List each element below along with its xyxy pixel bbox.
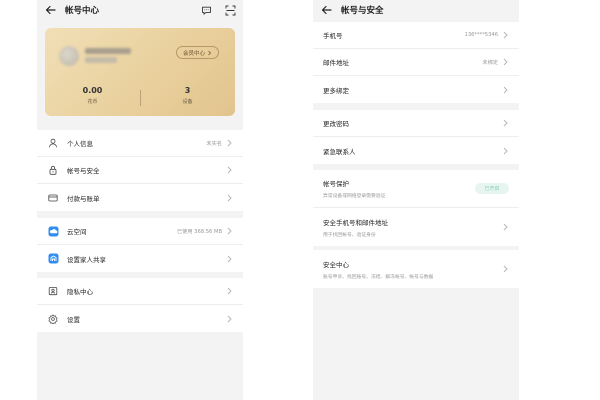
chevron-right-icon — [227, 193, 233, 202]
account-menu-group-2: 云空间 已使用 368.56 MB 设置家人共享 — [37, 218, 243, 272]
account-menu-group-1: 个人信息 未实名 帐号与安全 付款与账单 — [37, 130, 243, 211]
chevron-right-icon — [227, 314, 233, 323]
chevron-right-icon — [227, 287, 233, 296]
chevron-right-icon — [227, 139, 233, 148]
menu-item-family-sharing[interactable]: 设置家人共享 — [37, 245, 243, 272]
chevron-right-icon — [227, 166, 233, 175]
chevron-right-icon — [503, 265, 509, 274]
protection-status-chip[interactable]: 已开启 — [475, 183, 509, 194]
account-menu-group-3: 隐私中心 设置 — [37, 278, 243, 332]
security-group-password: 更改密码 紧急联系人 — [313, 110, 519, 164]
menu-item-privacy-center[interactable]: 隐私中心 — [37, 278, 243, 305]
security-group-protection: 帐号保护 异常设备或网络登录需要验证 已开启 安全手机号和邮件地址 用于找回帐号… — [313, 170, 519, 246]
account-center-screen: 帐号中心 会员中心 0.00 花币 3 设备 个人信息 未实名 帐号与安全 付款… — [37, 0, 243, 400]
security-group-center: 安全中心 账号申诉、找回账号、冻结、解冻帐号、帐号与数据 — [313, 250, 519, 288]
security-item-emergency-contact[interactable]: 紧急联系人 — [313, 137, 519, 164]
coins-stat[interactable]: 0.00 花币 — [45, 86, 140, 105]
devices-stat[interactable]: 3 设备 — [140, 86, 235, 105]
menu-item-settings[interactable]: 设置 — [37, 305, 243, 332]
member-center-button[interactable]: 会员中心 — [175, 46, 219, 59]
menu-item-personal-info[interactable]: 个人信息 未实名 — [37, 130, 243, 157]
back-arrow-icon[interactable] — [319, 3, 333, 17]
chevron-right-icon — [227, 227, 233, 236]
chevron-right-icon — [503, 58, 509, 67]
chevron-right-icon — [503, 85, 509, 94]
menu-item-account-security[interactable]: 帐号与安全 — [37, 157, 243, 184]
lock-icon — [47, 164, 59, 176]
blurred-username — [85, 48, 131, 54]
family-icon — [47, 253, 59, 265]
security-item-secure-phone-email[interactable]: 安全手机号和邮件地址 用于找回帐号、验证身份 — [313, 208, 519, 246]
security-item-email[interactable]: 邮件地址 未绑定 — [313, 49, 519, 76]
person-icon — [47, 137, 59, 149]
account-center-topbar: 帐号中心 — [37, 0, 243, 20]
member-card[interactable]: 会员中心 0.00 花币 3 设备 — [45, 28, 235, 116]
cloud-icon — [47, 225, 59, 237]
message-icon[interactable] — [199, 3, 213, 17]
scan-icon[interactable] — [223, 3, 237, 17]
back-arrow-icon[interactable] — [43, 3, 57, 17]
card-icon — [47, 192, 59, 204]
page-title: 帐号中心 — [65, 6, 100, 16]
chevron-right-icon — [503, 223, 509, 232]
account-security-topbar: 帐号与安全 — [313, 0, 519, 20]
chevron-right-icon — [227, 254, 233, 263]
menu-item-payment-billing[interactable]: 付款与账单 — [37, 184, 243, 211]
page-title: 帐号与安全 — [341, 6, 384, 16]
security-group-bindings: 手机号 136****5346 邮件地址 未绑定 更多绑定 — [313, 22, 519, 103]
menu-item-cloud-space[interactable]: 云空间 已使用 368.56 MB — [37, 218, 243, 245]
blurred-account-id — [85, 57, 117, 63]
security-item-phone[interactable]: 手机号 136****5346 — [313, 22, 519, 49]
security-item-more-bindings[interactable]: 更多绑定 — [313, 76, 519, 103]
account-security-screen: 帐号与安全 手机号 136****5346 邮件地址 未绑定 更多绑定 更改密码… — [313, 0, 519, 400]
chevron-right-icon — [503, 31, 509, 40]
chevron-right-icon — [503, 146, 509, 155]
gear-icon — [47, 313, 59, 325]
security-item-security-center[interactable]: 安全中心 账号申诉、找回账号、冻结、解冻帐号、帐号与数据 — [313, 250, 519, 288]
avatar[interactable] — [59, 46, 79, 66]
security-item-account-protection[interactable]: 帐号保护 异常设备或网络登录需要验证 已开启 — [313, 170, 519, 208]
security-item-change-password[interactable]: 更改密码 — [313, 110, 519, 137]
privacy-icon — [47, 285, 59, 297]
chevron-right-icon — [503, 119, 509, 128]
